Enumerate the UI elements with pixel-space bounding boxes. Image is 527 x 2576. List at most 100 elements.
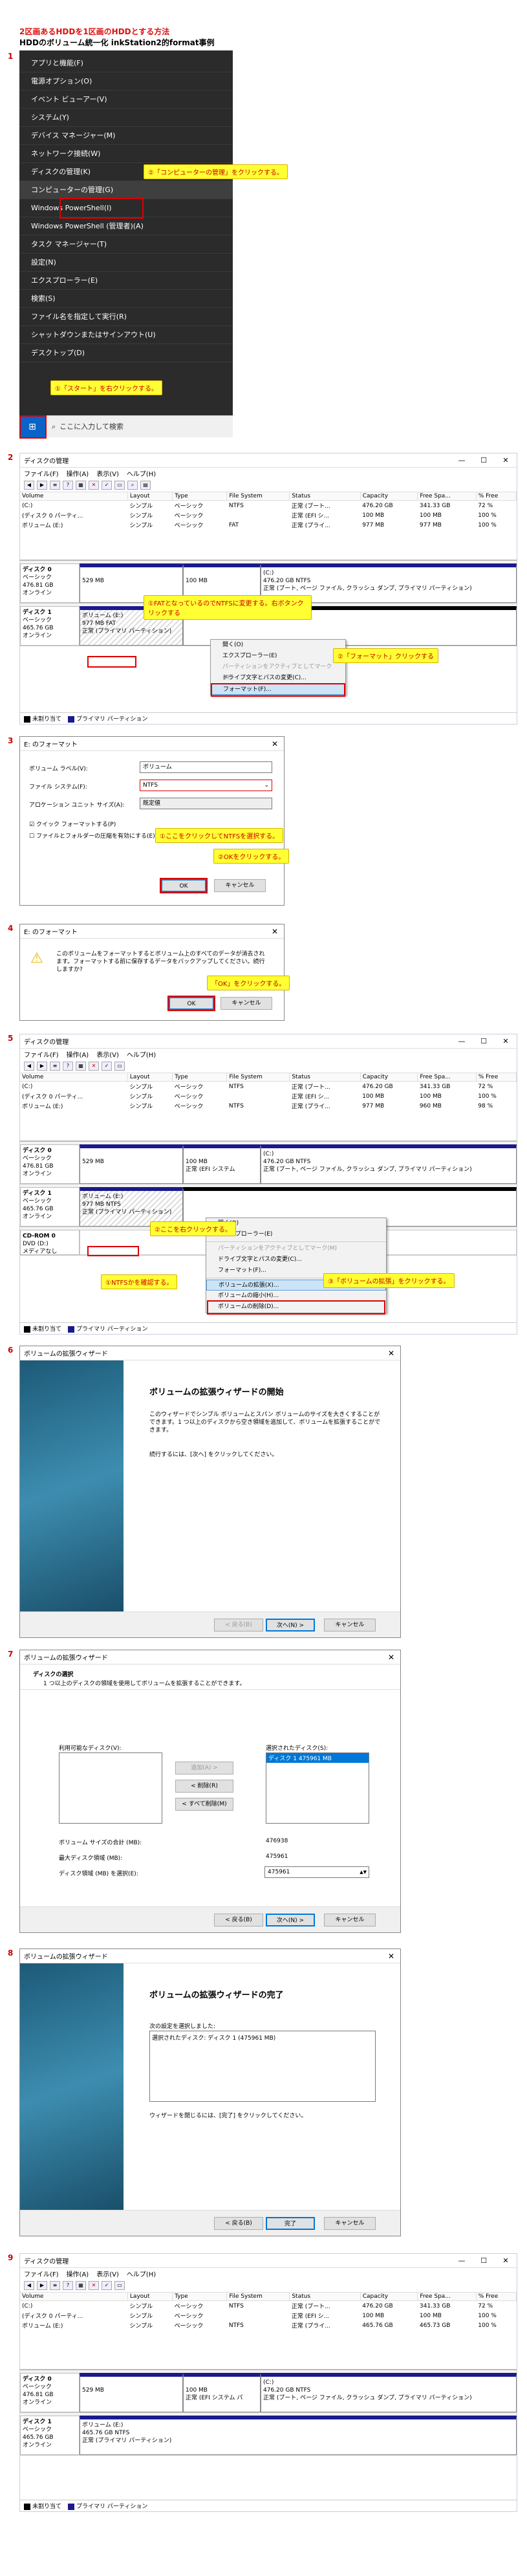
menu-help[interactable]: ヘルプ(H) [127, 2269, 156, 2278]
column-header[interactable]: Status [289, 1073, 361, 1082]
delete-icon[interactable]: ✕ [89, 1061, 99, 1071]
table-row[interactable]: ボリューム (E:) シンプル ベーシック NTFS 正常 (プライ... 977 MB 9… [20, 1101, 517, 1111]
table-row[interactable]: (ディスク 0 パーティ... シンプル ベーシック 正常 (EFI シ... 100 … [20, 1091, 517, 1101]
selected-list[interactable]: ディスク 1 475961 MB [266, 1752, 369, 1824]
filesystem-select[interactable]: NTFS ⌄ [140, 780, 272, 791]
quick-format-checkbox[interactable]: ☑ クイック フォーマットする(P) [29, 820, 116, 828]
remove-button[interactable]: < 削除(R) [175, 1780, 233, 1793]
column-header[interactable]: Free Spa... [417, 2293, 477, 2301]
column-header[interactable]: % Free [476, 492, 517, 501]
start-menu-item[interactable]: デバイス マネージャー(M) [19, 127, 233, 145]
close-button[interactable]: ✕ [266, 927, 284, 936]
cancel-button[interactable]: キャンセル [324, 2217, 376, 2230]
column-header[interactable]: File System [226, 1073, 290, 1082]
partition-c[interactable]: (C:) 476.20 GB NTFS 正常 (ブート, ページ ファイル, クラッ… [261, 2373, 517, 2412]
column-header[interactable]: Type [172, 1073, 228, 1082]
table-row[interactable]: (C:) シンプル ベーシック NTFS 正常 (ブート... 476.20 GB 341.… [20, 1082, 517, 1092]
view-icon[interactable]: ▤ [140, 480, 151, 490]
start-menu-item[interactable]: タスク マネージャー(T) [19, 235, 233, 254]
close-button[interactable]: ✕ [382, 1349, 400, 1358]
selected-disk-item[interactable]: ディスク 1 475961 MB [266, 1753, 369, 1763]
maximize-button[interactable]: ☐ [473, 2256, 495, 2265]
start-menu-item[interactable]: イベント ビューアー(V) [19, 91, 233, 109]
check-icon[interactable]: ✓ [102, 480, 112, 490]
check-icon[interactable]: ✓ [102, 2280, 112, 2290]
partition-e[interactable]: ボリューム (E:) 465.76 GB NTFS 正常 (プライマリ パーティショ… [80, 2416, 517, 2455]
help-icon[interactable]: ? [63, 2280, 73, 2290]
menu-view[interactable]: 表示(V) [96, 1049, 119, 1059]
ok-button[interactable]: OK [167, 996, 215, 1011]
ctx-open[interactable]: 開く(O) [211, 640, 345, 651]
start-menu-item[interactable]: 設定(N) [19, 254, 233, 272]
next-button[interactable]: 次へ(N) > [266, 1619, 315, 1632]
help-icon[interactable]: ? [63, 480, 73, 490]
disk1-label[interactable]: ディスク 1 ベーシック 465.76 GB オンライン [20, 1187, 80, 1227]
disk0-label[interactable]: ディスク 0 ベーシック 476.81 GB オンライン [20, 2373, 80, 2412]
ctx-change-letter[interactable]: ドライブ文字とパスの変更(C)... [206, 1254, 386, 1265]
properties-icon[interactable]: ▦ [76, 1061, 86, 1071]
column-header[interactable]: Status [289, 2293, 361, 2301]
start-menu-item[interactable]: コンピューターの管理(G) [19, 181, 233, 199]
maximize-button[interactable]: ☐ [473, 1037, 495, 1045]
table-row[interactable]: ボリューム (E:) シンプル ベーシック FAT 正常 (プライ... 977 MB 97… [20, 520, 517, 530]
forward-icon[interactable]: ▶ [37, 2280, 47, 2290]
back-button[interactable]: < 戻る(B) [214, 2217, 263, 2230]
folder-icon[interactable]: ▭ [114, 1061, 125, 1071]
disk1-label[interactable]: ディスク 1 ベーシック 465.76 GB オンライン [20, 606, 80, 646]
start-menu-item[interactable]: シャットダウンまたはサインアウト(U) [19, 326, 233, 344]
list-icon[interactable]: ≡ [50, 2280, 60, 2290]
menu-action[interactable]: 操作(A) [67, 2269, 89, 2278]
start-menu-item[interactable]: デスクトップ(D) [19, 344, 233, 362]
back-button[interactable]: < 戻る(B) [214, 1619, 263, 1632]
close-button[interactable]: ✕ [382, 1952, 400, 1961]
table-row[interactable]: (C:) シンプル ベーシック NTFS 正常 (ブート... 476.20 GB 341.… [20, 501, 517, 511]
check-icon[interactable]: ✓ [102, 1061, 112, 1071]
minimize-button[interactable]: — [451, 1037, 473, 1045]
start-menu-item[interactable]: Windows PowerShell (管理者)(A) [19, 217, 233, 235]
menu-file[interactable]: ファイル(F) [24, 468, 59, 478]
ctx-change-letter[interactable]: ドライブ文字とパスの変更(C)... [211, 673, 345, 684]
cancel-button[interactable]: キャンセル [324, 1619, 376, 1632]
minimize-button[interactable]: — [451, 456, 473, 464]
forward-icon[interactable]: ▶ [37, 480, 47, 490]
close-button[interactable]: ✕ [495, 1037, 517, 1045]
partition-recovery[interactable]: 529 MB [80, 1144, 183, 1184]
cancel-button[interactable]: キャンセル [324, 1914, 376, 1927]
close-button[interactable]: ✕ [266, 739, 284, 748]
column-header[interactable]: Free Spa... [417, 492, 477, 501]
partition-efi[interactable]: 100 MB 正常 (EFI システム [183, 1144, 261, 1184]
column-header[interactable]: Layout [127, 492, 173, 501]
column-header[interactable]: Free Spa... [417, 1073, 477, 1082]
allocation-select[interactable]: 既定値 [140, 798, 272, 809]
available-list[interactable] [59, 1752, 162, 1824]
amount-stepper[interactable]: 475961 ▲▼ [264, 1866, 369, 1878]
minimize-button[interactable]: — [451, 2256, 473, 2265]
next-button[interactable]: 次へ(N) > [266, 1914, 315, 1927]
help-icon[interactable]: ? [63, 1061, 73, 1071]
start-menu-item[interactable]: エクスプローラー(E) [19, 272, 233, 290]
list-icon[interactable]: ≡ [50, 480, 60, 490]
close-button[interactable]: ✕ [495, 456, 517, 464]
partition-c[interactable]: (C:) 476.20 GB NTFS 正常 (ブート, ページ ファイル, クラッ… [261, 1144, 517, 1184]
column-header[interactable]: Volume [20, 2293, 128, 2301]
disk0-label[interactable]: ディスク 0 ベーシック 476.81 GB オンライン [20, 563, 80, 603]
close-button[interactable]: ✕ [382, 1653, 400, 1662]
menu-help[interactable]: ヘルプ(H) [127, 1049, 156, 1059]
start-menu-item[interactable]: ファイル名を指定して実行(R) [19, 308, 233, 326]
column-header[interactable]: Layout [127, 2293, 173, 2301]
menu-help[interactable]: ヘルプ(H) [127, 468, 156, 478]
maximize-button[interactable]: ☐ [473, 456, 495, 464]
cdrom-label[interactable]: CD-ROM 0 DVD (D:) メディアなし [20, 1230, 80, 1255]
partition-recovery[interactable]: 529 MB [80, 2373, 183, 2412]
start-menu-item[interactable]: 検索(S) [19, 290, 233, 308]
menu-action[interactable]: 操作(A) [67, 1049, 89, 1059]
cancel-button[interactable]: キャンセル [214, 879, 266, 892]
start-menu-item[interactable]: ネットワーク接続(W) [19, 145, 233, 163]
partition-efi[interactable]: 100 MB 正常 (EFI システム パ [183, 2373, 261, 2412]
finish-button[interactable]: 完了 [266, 2217, 315, 2230]
close-button[interactable]: ✕ [495, 2256, 517, 2265]
menu-file[interactable]: ファイル(F) [24, 1049, 59, 1059]
column-header[interactable]: % Free [476, 1073, 517, 1082]
remove-all-button[interactable]: < すべて削除(M) [175, 1798, 233, 1811]
back-icon[interactable]: ◀ [24, 1061, 34, 1071]
